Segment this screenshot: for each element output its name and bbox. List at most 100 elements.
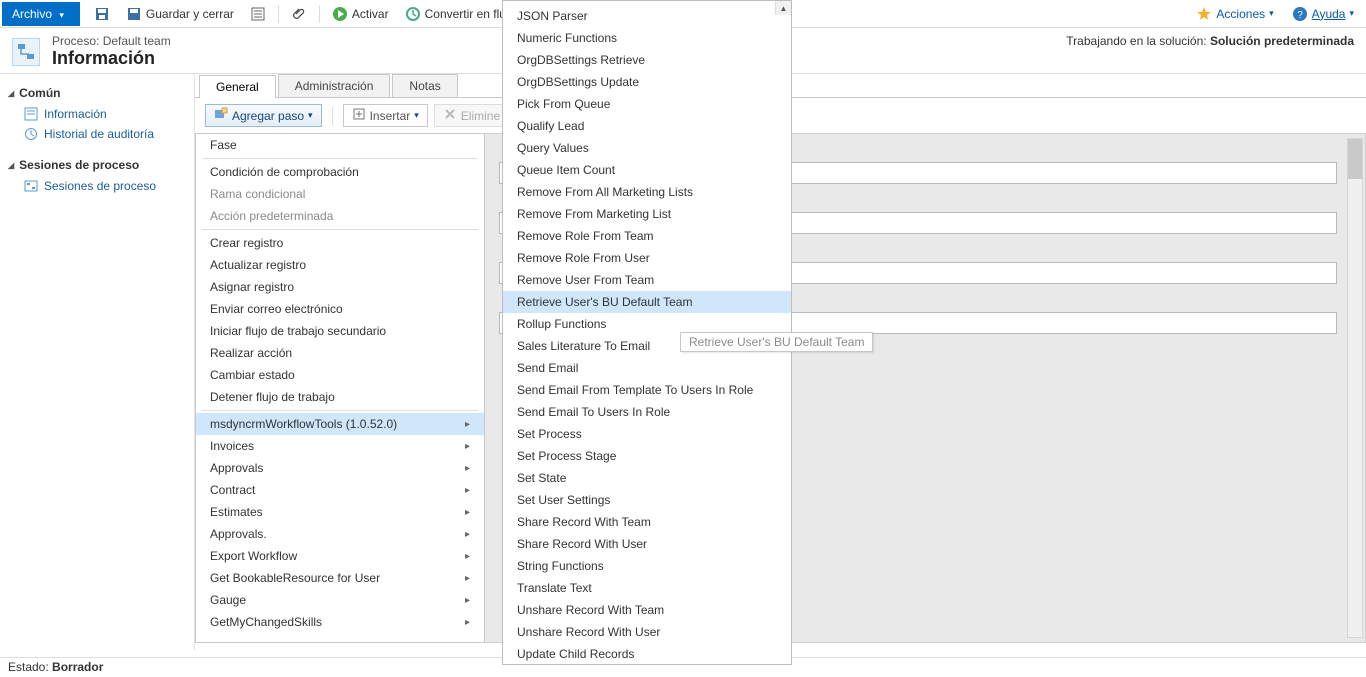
nav-group-sesiones[interactable]: Sesiones de proceso	[6, 154, 188, 176]
scroll-up-arrow[interactable]: ▲	[775, 1, 791, 15]
submenu-item[interactable]: Update Child Records	[503, 643, 791, 665]
add-step-item[interactable]: Actualizar registro	[196, 254, 484, 276]
attach-icon-button[interactable]	[283, 3, 315, 25]
submenu-item[interactable]: JSON Parser	[503, 5, 791, 27]
acciones-label: Acciones	[1216, 7, 1265, 21]
sessions-icon	[24, 179, 38, 193]
left-nav: Común Información Historial de auditoría…	[0, 74, 195, 650]
add-step-item[interactable]: Gauge	[196, 589, 484, 611]
nav-item-informacion[interactable]: Información	[6, 104, 188, 124]
add-step-item[interactable]: Rama condicional	[196, 183, 484, 205]
add-step-item[interactable]: Iniciar flujo de trabajo secundario	[196, 320, 484, 342]
submenu-item[interactable]: Numeric Functions	[503, 27, 791, 49]
nav-group-comun-label: Común	[19, 86, 60, 100]
add-step-item[interactable]: Detener flujo de trabajo	[196, 386, 484, 408]
help-link[interactable]: ? Ayuda ▾	[1282, 3, 1364, 25]
submenu-item[interactable]: Send Email	[503, 357, 791, 379]
submenu-item[interactable]: Queue Item Count	[503, 159, 791, 181]
menu-separator	[202, 229, 478, 230]
chevron-down-icon: ▾	[414, 110, 419, 121]
add-step-item[interactable]: Get BookableResource for User	[196, 567, 484, 589]
separator	[319, 5, 320, 23]
add-step-item[interactable]: Crear registro	[196, 232, 484, 254]
activate-label: Activar	[352, 7, 389, 21]
submenu-item[interactable]: Qualify Lead	[503, 115, 791, 137]
add-step-item[interactable]: Estimates	[196, 501, 484, 523]
submenu-item[interactable]: Unshare Record With Team	[503, 599, 791, 621]
nav-item-label: Historial de auditoría	[44, 127, 154, 141]
add-step-item[interactable]: Acción predeterminada	[196, 205, 484, 227]
delete-icon	[443, 107, 457, 124]
insert-icon	[352, 107, 366, 124]
chevron-down-icon: ▾	[59, 10, 64, 20]
add-step-item[interactable]: Condición de comprobación	[196, 161, 484, 183]
submenu-tooltip: Retrieve User's BU Default Team	[680, 332, 873, 352]
submenu-item[interactable]: String Functions	[503, 555, 791, 577]
add-step-menu[interactable]: Fase Condición de comprobaciónRama condic…	[195, 133, 485, 643]
submenu-item[interactable]: Retrieve User's BU Default Team	[503, 291, 791, 313]
submenu-item[interactable]: Remove User From Team	[503, 269, 791, 291]
properties-icon-button[interactable]	[242, 3, 274, 25]
nav-item-label: Sesiones de proceso	[44, 179, 156, 193]
add-step-item[interactable]: Approvals	[196, 457, 484, 479]
nav-item-label: Información	[44, 107, 107, 121]
submenu-item[interactable]: Remove From Marketing List	[503, 203, 791, 225]
submenu-item[interactable]: Set Process Stage	[503, 445, 791, 467]
history-icon	[24, 127, 38, 141]
menu-separator	[202, 410, 478, 411]
submenu-item[interactable]: Remove Role From Team	[503, 225, 791, 247]
submenu-item[interactable]: Send Email To Users In Role	[503, 401, 791, 423]
tab-admin[interactable]: Administración	[278, 74, 391, 97]
play-circle-icon	[332, 6, 348, 22]
add-step-item[interactable]: Cambiar estado	[196, 364, 484, 386]
add-step-item[interactable]: Enviar correo electrónico	[196, 298, 484, 320]
submenu-item[interactable]: Pick From Queue	[503, 93, 791, 115]
add-step-item[interactable]: Export Workflow	[196, 545, 484, 567]
submenu-item[interactable]: Share Record With User	[503, 533, 791, 555]
acciones-menu[interactable]: Acciones ▾	[1188, 3, 1281, 25]
add-step-item[interactable]: Realizar acción	[196, 342, 484, 364]
submenu-item[interactable]: Translate Text	[503, 577, 791, 599]
separator	[332, 107, 333, 125]
submenu-item[interactable]: Query Values	[503, 137, 791, 159]
nav-group-comun[interactable]: Común	[6, 82, 188, 104]
submenu-item[interactable]: Send Email From Template To Users In Rol…	[503, 379, 791, 401]
designer-scrollbar[interactable]	[1347, 138, 1363, 638]
add-step-item[interactable]: msdyncrmWorkflowTools (1.0.52.0)	[196, 413, 484, 435]
add-step-item[interactable]: Asignar registro	[196, 276, 484, 298]
add-step-button[interactable]: Agregar paso ▾	[205, 104, 322, 127]
chevron-down-icon: ▾	[308, 110, 313, 121]
add-step-item[interactable]: GetMyChangedSkills	[196, 611, 484, 633]
process-icon	[12, 38, 40, 66]
submenu-item[interactable]: Set Process	[503, 423, 791, 445]
submenu-item[interactable]: OrgDBSettings Retrieve	[503, 49, 791, 71]
submenu-item[interactable]: Unshare Record With User	[503, 621, 791, 643]
submenu-item[interactable]: Set State	[503, 467, 791, 489]
add-step-item[interactable]: Approvals.	[196, 523, 484, 545]
archivo-tab[interactable]: Archivo ▾	[2, 2, 80, 26]
form-icon	[24, 107, 38, 121]
activate-button[interactable]: Activar	[324, 3, 397, 25]
save-icon	[94, 6, 110, 22]
submenu-item[interactable]: Set User Settings	[503, 489, 791, 511]
submenu-item[interactable]: Remove From All Marketing Lists	[503, 181, 791, 203]
submenu-item[interactable]: OrgDBSettings Update	[503, 71, 791, 93]
menu-separator	[202, 158, 478, 159]
submenu-item[interactable]: Share Record With Team	[503, 511, 791, 533]
paperclip-icon	[291, 6, 307, 22]
submenu-item[interactable]: Remove Role From User	[503, 247, 791, 269]
solution-prefix: Trabajando en la solución:	[1066, 34, 1206, 48]
save-icon-button[interactable]	[86, 3, 118, 25]
add-step-item[interactable]: Contract	[196, 479, 484, 501]
nav-item-sesiones[interactable]: Sesiones de proceso	[6, 176, 188, 196]
insert-label: Insertar	[370, 109, 411, 123]
add-step-item[interactable]: Invoices	[196, 435, 484, 457]
add-step-item[interactable]: Fase	[196, 134, 484, 156]
save-and-close-button[interactable]: Guardar y cerrar	[118, 3, 242, 25]
page-title: Información	[52, 48, 171, 69]
scrollbar-thumb[interactable]	[1348, 139, 1362, 179]
tab-general[interactable]: General	[199, 75, 276, 98]
insert-button[interactable]: Insertar ▾	[343, 104, 428, 127]
nav-item-historial[interactable]: Historial de auditoría	[6, 124, 188, 144]
tab-notas[interactable]: Notas	[392, 74, 457, 97]
